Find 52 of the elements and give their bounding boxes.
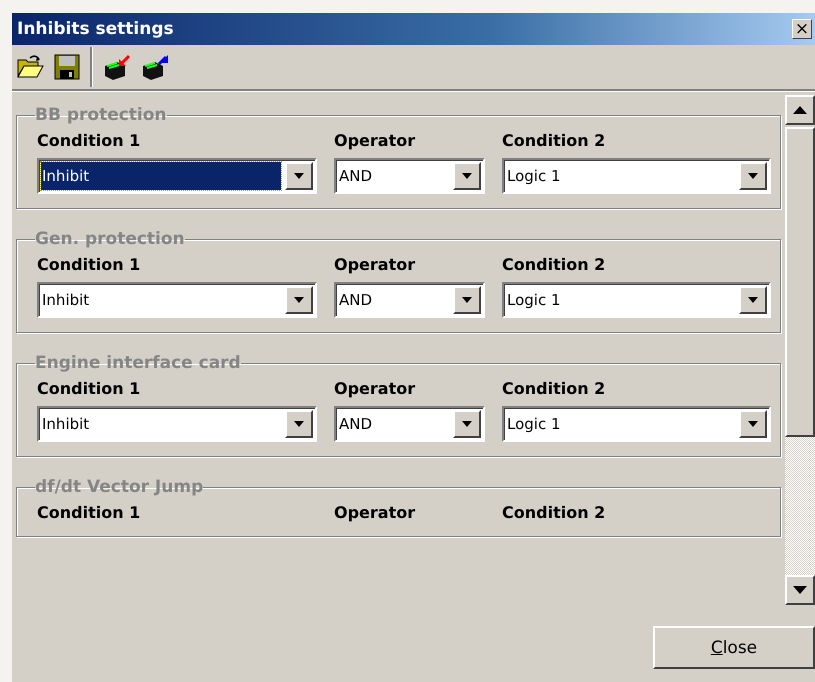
dropdown-value: Inhibit [41, 290, 90, 311]
field-label: Operator [334, 131, 416, 150]
scrollbar[interactable] [785, 95, 815, 605]
group-title: df/dt Vector Jump [35, 477, 204, 497]
dropdown-value: Inhibit [41, 414, 90, 435]
dropdown-value: AND [338, 166, 374, 187]
scroll-up-icon[interactable] [793, 106, 807, 114]
close-button[interactable]: Close [653, 626, 815, 669]
group-title: BB protection [35, 105, 167, 125]
dropdown[interactable]: Inhibit [37, 282, 317, 318]
field-label: Condition 2 [502, 379, 606, 398]
field-label: Operator [334, 379, 416, 398]
dropdown[interactable]: Logic 1 [502, 158, 771, 194]
dropdown-value: AND [338, 290, 374, 311]
field-label: Condition 2 [502, 131, 606, 150]
caret-icon[interactable] [294, 173, 304, 179]
caret-icon[interactable] [462, 297, 472, 303]
window-title: Inhibits settings [17, 19, 174, 39]
dropdown[interactable]: AND [334, 406, 485, 442]
group-title: Gen. protection [35, 229, 185, 249]
dropdown-value: Inhibit [41, 162, 281, 190]
group-title: Engine interface card [35, 353, 241, 373]
field-label: Operator [334, 255, 416, 274]
field-label: Condition 1 [37, 503, 142, 522]
dropdown[interactable]: Inhibit [37, 158, 317, 194]
dropdown[interactable]: Logic 1 [502, 282, 771, 318]
field-label: Condition 1 [37, 255, 142, 274]
dropdown-value: Logic 1 [506, 166, 562, 187]
caret-icon[interactable] [294, 421, 304, 427]
device-arrow-out-icon[interactable] [141, 54, 169, 80]
close-button[interactable]: × [792, 19, 812, 39]
dropdown-value: Logic 1 [506, 414, 562, 435]
dropdown[interactable]: AND [334, 158, 485, 194]
dropdown[interactable]: Logic 1 [502, 406, 771, 442]
caret-icon[interactable] [462, 421, 472, 427]
field-label: Condition 2 [502, 503, 606, 522]
dropdown-value: Logic 1 [506, 290, 562, 311]
dropdown[interactable]: Inhibit [37, 406, 317, 442]
field-label: Operator [334, 503, 416, 522]
caret-icon[interactable] [748, 421, 758, 427]
scroll-down-icon[interactable] [793, 586, 807, 594]
caret-icon[interactable] [294, 297, 304, 303]
field-label: Condition 1 [37, 379, 142, 398]
caret-icon[interactable] [462, 173, 472, 179]
dropdown-value: AND [338, 414, 374, 435]
dropdown[interactable]: AND [334, 282, 485, 318]
caret-icon[interactable] [748, 297, 758, 303]
field-label: Condition 1 [37, 131, 142, 150]
field-label: Condition 2 [502, 255, 606, 274]
caret-icon[interactable] [748, 173, 758, 179]
device-arrow-in-icon[interactable] [103, 54, 131, 80]
open-folder-icon[interactable] [16, 54, 44, 80]
